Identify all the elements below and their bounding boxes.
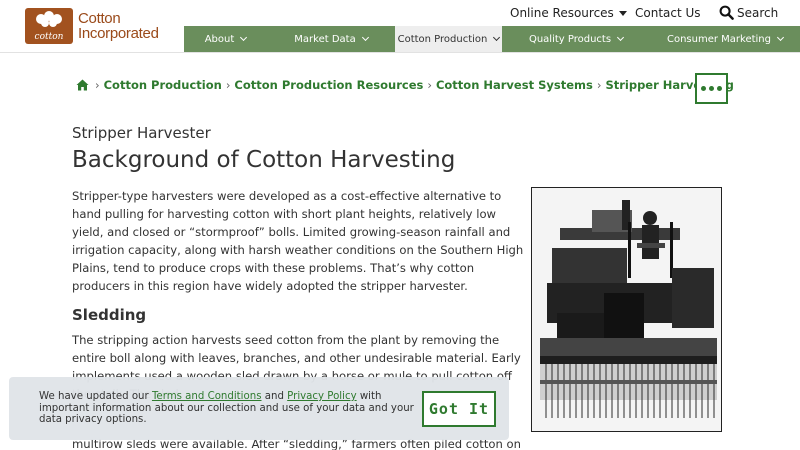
breadcrumb-separator: › [225, 78, 231, 92]
nav-item-label: Market Data [294, 33, 356, 45]
contact-us-link[interactable]: Contact Us [635, 6, 701, 20]
terms-link[interactable]: Terms and Conditions [152, 391, 262, 402]
breadcrumb-cotton-production[interactable]: Cotton Production [104, 78, 222, 92]
nav-item-label: Quality Products [528, 33, 612, 45]
search-icon [719, 5, 734, 20]
nav-item-label: Cotton Production [397, 33, 488, 45]
breadcrumb-separator: › [596, 78, 602, 92]
breadcrumb: › Cotton Production › Cotton Production … [76, 78, 734, 92]
more-dots-icon [717, 86, 722, 91]
nav-item-quality-products[interactable]: Quality Products [502, 26, 650, 52]
nav-item-label: Consumer Marketing [666, 33, 771, 45]
more-options-button[interactable] [695, 73, 728, 104]
cotton-logo-mark: cotton [25, 8, 73, 44]
cookie-text-and: and [261, 391, 288, 402]
chevron-down-icon [776, 33, 785, 42]
search-label: Search [737, 5, 779, 20]
online-resources-label: Online Resources [510, 6, 614, 20]
breadcrumb-harvest-systems[interactable]: Cotton Harvest Systems [436, 78, 593, 92]
breadcrumb-separator: › [427, 78, 432, 92]
cookie-banner: We have updated our Terms and Conditions… [9, 377, 509, 440]
chevron-down-icon [361, 33, 369, 42]
more-dots-icon [709, 86, 714, 91]
breadcrumb-production-resources[interactable]: Cotton Production Resources [234, 78, 423, 92]
brand-logo[interactable]: cotton Cotton Incorporated [25, 8, 159, 44]
more-dots-icon [701, 86, 706, 91]
header-divider [0, 52, 800, 53]
brand-name: Cotton Incorporated [78, 11, 159, 41]
logo-mark-text: cotton [35, 32, 64, 42]
search-button[interactable]: Search [719, 5, 778, 20]
section-heading: Sledding [72, 306, 147, 324]
caret-down-icon [618, 10, 627, 16]
intro-paragraph: Stripper-type harvesters were developed … [72, 189, 524, 293]
brand-name-line1: Cotton [78, 10, 121, 27]
breadcrumb-separator: › [95, 78, 100, 92]
got-it-button[interactable]: Got It [422, 391, 496, 427]
nav-item-market-data[interactable]: Market Data [267, 26, 395, 52]
contact-us-label: Contact Us [635, 6, 701, 20]
stripper-harvester-photo [531, 187, 722, 432]
main-nav: About Market Data Cotton Production Qual… [184, 26, 800, 52]
home-icon[interactable] [76, 79, 89, 91]
privacy-policy-link[interactable]: Privacy Policy [287, 391, 356, 402]
online-resources-menu[interactable]: Online Resources [510, 6, 627, 20]
nav-item-consumer-marketing[interactable]: Consumer Marketing [650, 26, 800, 52]
nav-item-about[interactable]: About [184, 26, 267, 52]
chevron-down-icon [240, 33, 248, 42]
page-title: Background of Cotton Harvesting [72, 147, 456, 173]
chevron-down-icon [493, 33, 501, 42]
brand-name-line2: Incorporated [78, 25, 159, 42]
page-eyebrow: Stripper Harvester [72, 124, 211, 142]
chevron-down-icon [617, 33, 625, 42]
cookie-message: We have updated our Terms and Conditions… [39, 391, 419, 426]
cookie-text-before: We have updated our [39, 391, 152, 402]
nav-item-label: About [204, 33, 235, 45]
nav-item-cotton-production[interactable]: Cotton Production [395, 26, 502, 52]
